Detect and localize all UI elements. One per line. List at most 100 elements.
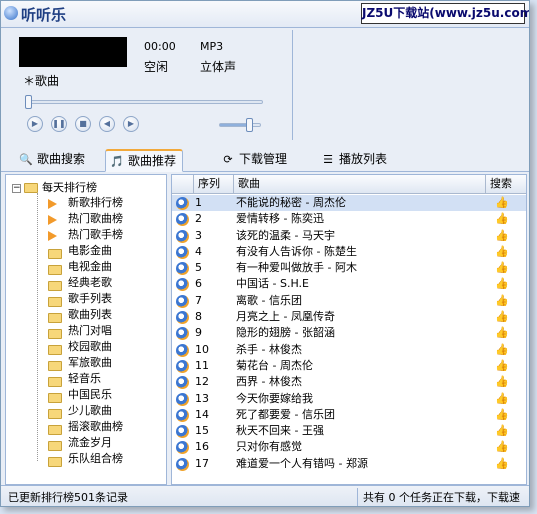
search-thumb-icon[interactable]: 👍 <box>495 294 509 307</box>
progress-slider[interactable] <box>25 95 263 109</box>
table-row[interactable]: 9 隐形的翅膀 - 张韶涵 👍 <box>172 325 526 341</box>
tree-root[interactable]: − 每天排行榜 <box>12 179 97 195</box>
search-thumb-icon[interactable]: 👍 <box>495 408 509 421</box>
tree-item[interactable]: 军旅歌曲 <box>6 355 166 371</box>
collapse-icon[interactable]: − <box>12 183 21 193</box>
table-row[interactable]: 3 该死的温柔 - 马天宇 👍 <box>172 228 526 244</box>
music-file-icon <box>176 213 189 227</box>
folder-icon <box>48 329 62 339</box>
header-number[interactable]: 序列 <box>194 175 234 194</box>
search-thumb-icon[interactable]: 👍 <box>495 278 509 290</box>
volume-slider[interactable] <box>219 118 261 132</box>
search-thumb-icon[interactable]: 👍 <box>495 197 509 209</box>
tree-item[interactable]: 电视金曲 <box>6 259 166 275</box>
download-icon: ⟳ <box>223 153 233 166</box>
music-file-icon <box>176 441 189 455</box>
play-button[interactable]: ▶ <box>27 116 43 132</box>
song-rows: 1 不能说的秘密 - 周杰伦 👍 2 爱情转移 - 陈奕迅 👍 3 该死的温柔 - 马天宇 👍 4… <box>172 195 526 472</box>
pause-button[interactable]: ❚❚ <box>51 116 67 132</box>
tree-item[interactable]: 歌手列表 <box>6 291 166 307</box>
status-right: 共有 0 个任务正在下载，下载速 <box>363 491 520 504</box>
table-row[interactable]: 1 不能说的秘密 - 周杰伦 👍 <box>172 195 526 212</box>
tree-item[interactable]: 摇滚歌曲榜 <box>6 419 166 435</box>
search-thumb-icon[interactable]: 👍 <box>495 343 509 356</box>
table-row[interactable]: 8 月亮之上 - 凤凰传奇 👍 <box>172 309 526 325</box>
row-number: 9 <box>195 326 202 340</box>
table-row[interactable]: 5 有一种爱叫做放手 - 阿木 👍 <box>172 260 526 276</box>
tree-item[interactable]: 轻音乐 <box>6 371 166 387</box>
row-number: 8 <box>195 310 202 324</box>
volume-handle[interactable] <box>246 118 253 132</box>
stop-button[interactable]: ■ <box>75 116 91 132</box>
progress-handle[interactable] <box>25 95 32 109</box>
search-thumb-icon[interactable]: 👍 <box>495 359 509 372</box>
app-title: 听听乐 <box>21 6 67 24</box>
search-thumb-icon[interactable]: 👍 <box>495 392 509 405</box>
table-row[interactable]: 16 只对你有感觉 👍 <box>172 439 526 455</box>
next-button[interactable]: ▶ <box>123 116 139 132</box>
tab-playlist[interactable]: ☰ 播放列表 <box>317 149 393 172</box>
tree-item[interactable]: 热门歌曲榜 <box>6 211 166 227</box>
tree-item[interactable]: 中国民乐 <box>6 387 166 403</box>
search-thumb-icon[interactable]: 👍 <box>495 213 509 225</box>
search-icon: 🔍 <box>19 153 33 166</box>
tree-item[interactable]: 热门歌手榜 <box>6 227 166 243</box>
search-thumb-icon[interactable]: 👍 <box>495 327 509 339</box>
tree-item[interactable]: 乐队组合榜 <box>6 451 166 467</box>
search-thumb-icon[interactable]: 👍 <box>495 229 509 242</box>
tree-item-label: 电视金曲 <box>68 260 112 273</box>
table-row[interactable]: 10 杀手 - 林俊杰 👍 <box>172 342 526 358</box>
search-thumb-icon[interactable]: 👍 <box>495 262 509 274</box>
table-row[interactable]: 6 中国话 - S.H.E 👍 <box>172 276 526 292</box>
song-list[interactable]: 序列 歌曲 搜索 1 不能说的秘密 - 周杰伦 👍 2 爱情转移 - 陈奕迅 👍 3 该死的温… <box>171 174 527 485</box>
table-row[interactable]: 14 死了都要爱 - 信乐团 👍 <box>172 407 526 423</box>
row-song: 难道爱一个人有错吗 - 郑源 <box>236 456 368 470</box>
search-thumb-icon[interactable]: 👍 <box>495 376 509 388</box>
row-number: 11 <box>195 358 209 372</box>
folder-icon <box>48 345 62 355</box>
music-file-icon <box>176 359 189 373</box>
tree-item[interactable]: 流金岁月 <box>6 435 166 451</box>
table-row[interactable]: 17 难道爱一个人有错吗 - 郑源 👍 <box>172 456 526 472</box>
row-number: 1 <box>195 196 202 209</box>
tree-item-label: 电影金曲 <box>68 244 112 257</box>
tab-download-manager[interactable]: ⟳ 下载管理 <box>217 149 293 172</box>
table-row[interactable]: 12 西界 - 林俊杰 👍 <box>172 374 526 390</box>
previous-button[interactable]: ◀ <box>99 116 115 132</box>
tab-label: 播放列表 <box>339 152 388 166</box>
row-song: 只对你有感觉 <box>236 440 302 454</box>
watermark-banner: JZ5U下载站(www.jz5u.com) <box>361 3 529 24</box>
tree-item[interactable]: 电影金曲 <box>6 243 166 259</box>
tree-item[interactable]: 热门对唱 <box>6 323 166 339</box>
row-number: 7 <box>195 293 202 307</box>
search-thumb-icon[interactable]: 👍 <box>495 457 509 470</box>
table-row[interactable]: 15 秋天不回来 - 王强 👍 <box>172 423 526 439</box>
table-row[interactable]: 11 菊花台 - 周杰伦 👍 <box>172 358 526 374</box>
status-divider <box>357 488 358 506</box>
category-tree[interactable]: − 每天排行榜 新歌排行榜 热门歌曲榜 热门歌手榜 电影金曲电视金曲经典老歌 歌手列表 歌曲… <box>5 174 167 485</box>
header-song[interactable]: 歌曲 <box>234 175 486 194</box>
previous-icon: ◀ <box>103 119 111 128</box>
tree-item[interactable]: 校园歌曲 <box>6 339 166 355</box>
search-thumb-icon[interactable]: 👍 <box>495 425 509 437</box>
tree-item[interactable]: 歌曲列表 <box>6 307 166 323</box>
row-number: 3 <box>195 228 202 242</box>
search-thumb-icon[interactable]: 👍 <box>495 245 509 258</box>
tab-song-recommend[interactable]: 🎵 歌曲推荐 <box>105 149 184 172</box>
pause-icon: ❚❚ <box>52 119 66 128</box>
table-row[interactable]: 7 离歌 - 信乐团 👍 <box>172 293 526 309</box>
tab-song-search[interactable]: 🔍 歌曲搜索 <box>15 149 91 172</box>
tree-item[interactable]: 少儿歌曲 <box>6 403 166 419</box>
folder-icon <box>48 265 62 275</box>
search-thumb-icon[interactable]: 👍 <box>495 311 509 323</box>
row-song: 该死的温柔 - 马天宇 <box>236 228 335 242</box>
tree-item[interactable]: 经典老歌 <box>6 275 166 291</box>
table-row[interactable]: 13 今天你要嫁给我 👍 <box>172 391 526 407</box>
search-thumb-icon[interactable]: 👍 <box>495 441 509 453</box>
header-search[interactable]: 搜索 <box>486 175 526 194</box>
tree-item[interactable]: 新歌排行榜 <box>6 195 166 211</box>
folder-icon <box>24 183 38 193</box>
table-row[interactable]: 2 爱情转移 - 陈奕迅 👍 <box>172 211 526 227</box>
table-row[interactable]: 4 有没有人告诉你 - 陈楚生 👍 <box>172 244 526 260</box>
row-song: 西界 - 林俊杰 <box>236 375 302 389</box>
